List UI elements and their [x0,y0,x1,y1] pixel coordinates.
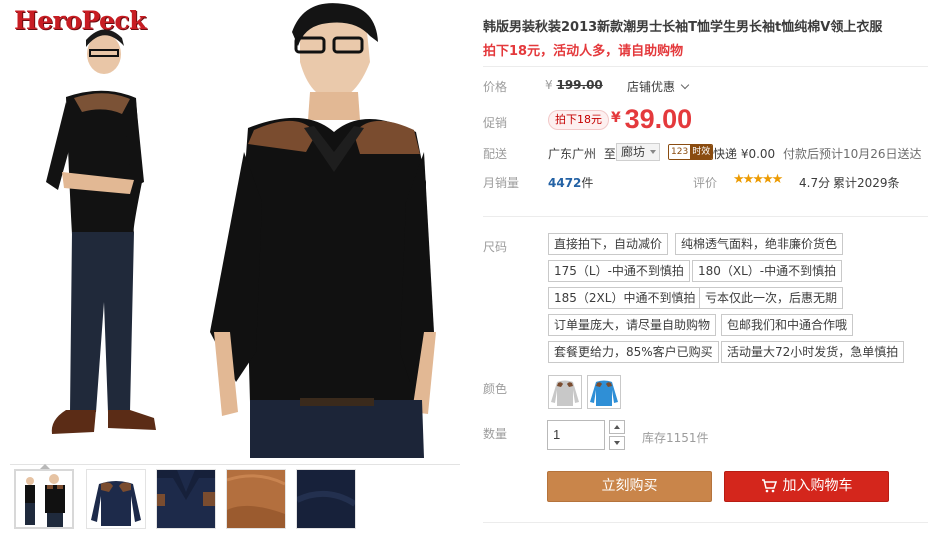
rating-score: 4.7分 [799,176,831,190]
rating-stars: ★★★★★ [733,172,784,187]
product-gallery: HeroPeck [0,0,462,540]
promo-label: 促销 [483,116,508,130]
ship-from: 广东广州 至 [548,145,616,162]
destination-select[interactable]: 廊坊 [616,143,660,161]
main-product-photo [46,3,436,458]
monthly-sales-label: 月销量 [483,176,520,190]
review-count-link[interactable]: 累计2029条 [833,174,900,191]
thumb-collar-detail-image [157,470,215,528]
product-subtitle: 拍下18元，活动人多，请自助购物 [483,44,684,59]
buy-now-button[interactable]: 立刻购买 [547,471,712,502]
promo-price-value: 39.00 [624,104,693,134]
badge-text: 时效 [690,145,713,159]
divider [483,216,928,217]
brand-logo: HeroPeck [14,6,146,35]
original-price: ¥ 199.00 [545,78,603,92]
star-icon: ★ [771,172,784,187]
badge-number: 123 [669,145,691,159]
shop-deal-dropdown[interactable]: 店铺优惠 [627,78,690,95]
size-option[interactable]: 纯棉透气面料，绝非廉价货色 [675,233,844,255]
quantity-increase-button[interactable] [609,420,625,434]
quantity-input[interactable]: 1 [547,420,605,450]
express-fee: 快递 ¥0.00 [713,147,776,161]
add-to-cart-button[interactable]: 加入购物车 [724,471,889,502]
size-option[interactable]: 185（2XL）中通不到慎拍 [548,287,702,309]
size-option[interactable]: 包邮我们和中通合作哦 [721,314,854,336]
size-label: 尺码 [483,240,508,254]
rating-label: 评价 [693,176,718,190]
color-label: 颜色 [483,382,508,396]
star-icon: ★ [761,172,774,187]
star-icon: ★ [742,172,755,187]
cart-icon [761,479,777,493]
shipping-label: 配送 [483,147,508,161]
add-to-cart-label: 加入购物车 [782,478,853,494]
delivery-time-badge[interactable]: 123 时效 [668,144,714,160]
thumbnail-2[interactable] [86,469,146,529]
thumbnail-5[interactable] [296,469,356,529]
destination-city: 廊坊 [621,145,646,159]
thumb-shirt-navy-image [87,470,145,528]
thumb-two-models-image [16,471,72,527]
star-icon: ★ [733,172,745,187]
divider [483,66,928,67]
monthly-sales-count: 4472 [548,176,582,190]
model-front [210,3,436,458]
monthly-sales-unit: 件 [581,176,594,190]
eta-text: 付款后预计10月26日送达 [783,147,922,161]
size-option[interactable]: 亏本仅此一次，后惠无期 [699,287,844,309]
blue-shirt-icon [588,376,620,408]
thumbnail-strip [10,464,460,529]
caret-down-icon [650,150,656,154]
size-option[interactable]: 套餐更给力，85%客户已购买 [548,341,719,363]
main-product-image[interactable]: HeroPeck [4,2,460,458]
currency-symbol: ¥ [545,78,553,92]
thumb-fabric-tan-image [227,470,285,528]
color-swatch-grey[interactable] [548,375,582,409]
model-standing [46,29,156,434]
thumbnail-1[interactable] [14,469,74,529]
divider [483,522,928,523]
ship-to-word: 至 [603,147,616,161]
size-option[interactable]: 180（XL）-中通不到慎拍 [692,260,843,282]
size-option[interactable]: 订单量庞大，请尽量自助购物 [548,314,717,336]
product-detail-panel: 韩版男装秋装2013新款潮男士长袖T恤学生男长袖t恤纯棉V领上衣服 拍下18元，… [483,0,930,540]
product-title: 韩版男装秋装2013新款潮男士长袖T恤学生男长袖t恤纯棉V领上衣服 [483,20,883,35]
original-price-value: 199.00 [556,78,603,92]
size-option[interactable]: 活动量大72小时发货，急单慎拍 [721,341,905,363]
size-option[interactable]: 175（L）-中通不到慎拍 [548,260,690,282]
price-label: 价格 [483,80,508,94]
chevron-down-icon [680,80,690,90]
star-icon: ★ [752,172,764,187]
quantity-decrease-button[interactable] [609,436,625,450]
monthly-sales: 4472件 [548,174,593,191]
thumbnail-3[interactable] [156,469,216,529]
quantity-label: 数量 [483,427,508,441]
promo-price: ¥ 39.00 [611,104,692,135]
shop-deal-label: 店铺优惠 [627,80,676,94]
shipping-info: 快递 ¥0.00 付款后预计10月26日送达 [713,145,922,162]
thumbnail-4[interactable] [226,469,286,529]
promo-currency-symbol: ¥ [611,110,621,126]
promo-tag: 拍下18元 [548,110,609,130]
size-option[interactable]: 直接拍下，自动减价 [548,233,669,255]
color-swatch-blue[interactable] [587,375,621,409]
stock-count: 库存1151件 [642,431,709,445]
grey-shirt-icon [549,376,581,408]
ship-origin: 广东广州 [548,147,597,161]
thumb-fabric-navy-image [297,470,355,528]
